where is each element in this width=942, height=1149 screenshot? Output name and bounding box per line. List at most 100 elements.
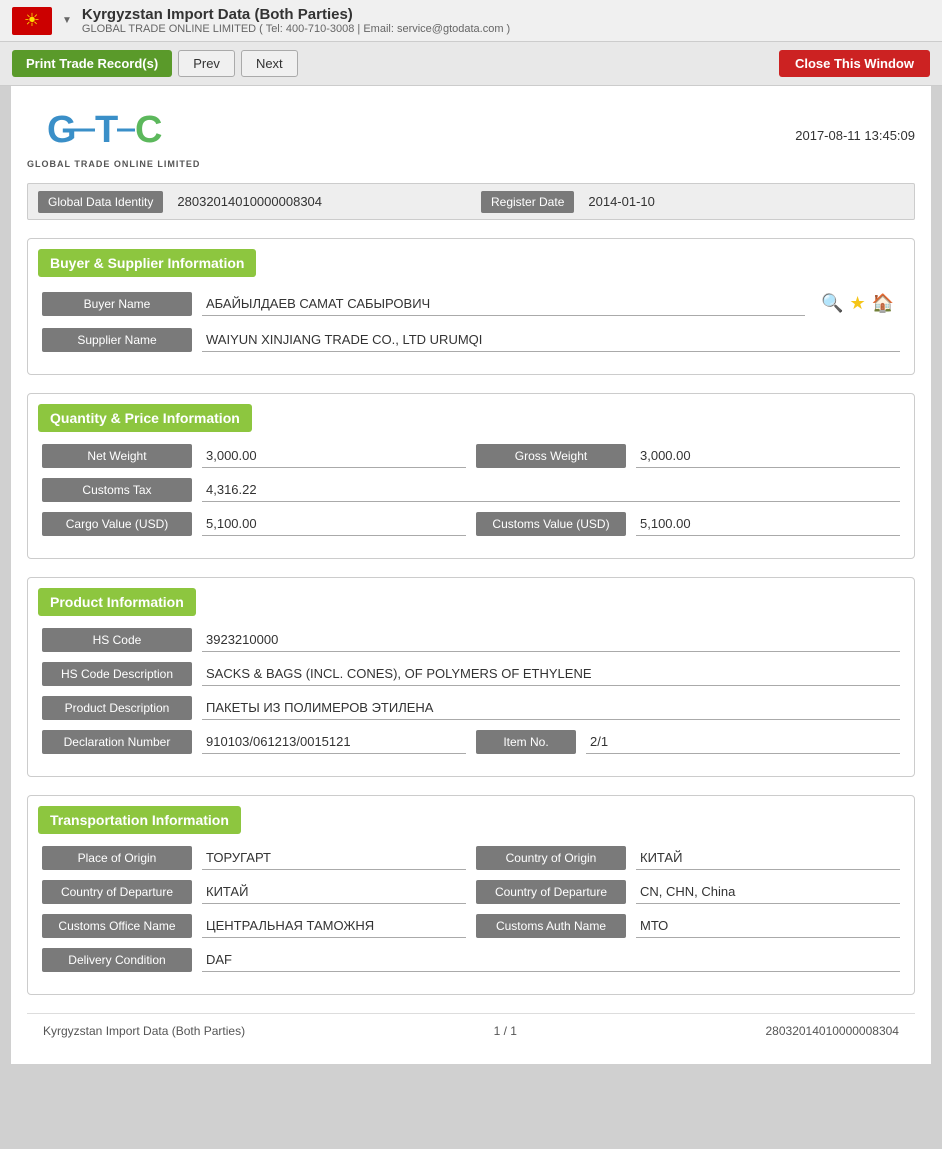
customs-value-value: 5,100.00 <box>636 512 900 536</box>
customs-auth-label: Customs Auth Name <box>476 914 626 938</box>
declaration-number-label: Declaration Number <box>42 730 192 754</box>
cargo-value-label: Cargo Value (USD) <box>42 512 192 536</box>
delivery-condition-value: DAF <box>202 948 900 972</box>
hs-code-label: HS Code <box>42 628 192 652</box>
flag-icon: ☀ <box>12 7 52 35</box>
footer-right: 28032014010000008304 <box>766 1024 899 1038</box>
supplier-name-value: WAIYUN XINJIANG TRADE CO., LTD URUMQI <box>202 328 900 352</box>
prev-button[interactable]: Prev <box>178 50 235 77</box>
quantity-price-body: Net Weight 3,000.00 Gross Weight 3,000.0… <box>28 436 914 558</box>
item-no-half: Item No. 2/1 <box>476 730 900 754</box>
flag-dropdown[interactable]: ▼ <box>62 15 72 26</box>
star-icon[interactable]: ★ <box>849 293 865 314</box>
customs-auth-value: МТО <box>636 914 900 938</box>
register-date-value: 2014-01-10 <box>574 190 904 213</box>
footer-left: Kyrgyzstan Import Data (Both Parties) <box>43 1024 245 1038</box>
print-button[interactable]: Print Trade Record(s) <box>12 50 172 77</box>
customs-row: Customs Office Name ЦЕНТРАЛЬНАЯ ТАМОЖНЯ … <box>42 914 900 938</box>
logo-area: G T C GLOBAL TRADE ONLINE LIMITED <box>27 102 200 169</box>
weight-row: Net Weight 3,000.00 Gross Weight 3,000.0… <box>42 444 900 468</box>
transportation-title: Transportation Information <box>38 806 241 834</box>
footer-center: 1 / 1 <box>494 1024 517 1038</box>
logo-svg: G T C <box>27 102 187 157</box>
hs-code-desc-row: HS Code Description SACKS & BAGS (INCL. … <box>42 662 900 686</box>
close-button[interactable]: Close This Window <box>779 50 930 77</box>
register-date-label: Register Date <box>481 191 574 213</box>
country-origin-half: Country of Origin КИТАЙ <box>476 846 900 870</box>
cargo-value-half: Cargo Value (USD) 5,100.00 <box>42 512 466 536</box>
app-title-area: Kyrgyzstan Import Data (Both Parties) GL… <box>82 6 930 35</box>
customs-auth-half: Customs Auth Name МТО <box>476 914 900 938</box>
main-content: G T C GLOBAL TRADE ONLINE LIMITED 2017-0… <box>11 86 931 1064</box>
supplier-name-label: Supplier Name <box>42 328 192 352</box>
quantity-price-title: Quantity & Price Information <box>38 404 252 432</box>
logo-text: GLOBAL TRADE ONLINE LIMITED <box>27 159 200 169</box>
declaration-item-row: Declaration Number 910103/061213/0015121… <box>42 730 900 754</box>
identity-bar: Global Data Identity 2803201401000000830… <box>27 183 915 220</box>
country-of-departure-value: КИТАЙ <box>202 880 466 904</box>
product-body: HS Code 3923210000 HS Code Description S… <box>28 620 914 776</box>
home-icon[interactable]: 🏠 <box>872 293 894 314</box>
country-of-departure2-value: CN, CHN, China <box>636 880 900 904</box>
toolbar: Print Trade Record(s) Prev Next Close Th… <box>0 42 942 86</box>
buyer-supplier-body: Buyer Name АБАЙЫЛДАЕВ САМАТ САБЫРОВИЧ 🔍 … <box>28 281 914 374</box>
place-of-origin-value: ТОРУГАРТ <box>202 846 466 870</box>
quantity-price-section: Quantity & Price Information Net Weight … <box>27 393 915 559</box>
buyer-supplier-section: Buyer & Supplier Information Buyer Name … <box>27 238 915 375</box>
buyer-supplier-title: Buyer & Supplier Information <box>38 249 256 277</box>
gross-weight-label: Gross Weight <box>476 444 626 468</box>
country-of-departure-label: Country of Departure <box>42 880 192 904</box>
next-button[interactable]: Next <box>241 50 298 77</box>
gross-weight-half: Gross Weight 3,000.00 <box>476 444 900 468</box>
global-data-identity-value: 28032014010000008304 <box>163 190 461 213</box>
svg-text:C: C <box>135 109 162 151</box>
customs-office-half: Customs Office Name ЦЕНТРАЛЬНАЯ ТАМОЖНЯ <box>42 914 466 938</box>
product-desc-label: Product Description <box>42 696 192 720</box>
customs-office-label: Customs Office Name <box>42 914 192 938</box>
country-of-origin-label: Country of Origin <box>476 846 626 870</box>
supplier-name-row: Supplier Name WAIYUN XINJIANG TRADE CO.,… <box>42 328 900 352</box>
country-departure-half1: Country of Departure КИТАЙ <box>42 880 466 904</box>
country-departure-half2: Country of Departure CN, CHN, China <box>476 880 900 904</box>
hs-code-desc-value: SACKS & BAGS (INCL. CONES), OF POLYMERS … <box>202 662 900 686</box>
subtitle: GLOBAL TRADE ONLINE LIMITED ( Tel: 400-7… <box>82 23 930 35</box>
transportation-section: Transportation Information Place of Orig… <box>27 795 915 995</box>
search-icon[interactable]: 🔍 <box>821 293 843 314</box>
delivery-condition-label: Delivery Condition <box>42 948 192 972</box>
country-of-origin-value: КИТАЙ <box>636 846 900 870</box>
place-of-origin-label: Place of Origin <box>42 846 192 870</box>
hs-code-desc-label: HS Code Description <box>42 662 192 686</box>
customs-tax-value: 4,316.22 <box>202 478 900 502</box>
customs-office-value: ЦЕНТРАЛЬНАЯ ТАМОЖНЯ <box>202 914 466 938</box>
net-weight-value: 3,000.00 <box>202 444 466 468</box>
product-section: Product Information HS Code 3923210000 H… <box>27 577 915 777</box>
buyer-actions: 🔍 ★ 🏠 <box>815 289 900 318</box>
place-country-origin-row: Place of Origin ТОРУГАРТ Country of Orig… <box>42 846 900 870</box>
customs-tax-label: Customs Tax <box>42 478 192 502</box>
declaration-number-value: 910103/061213/0015121 <box>202 730 466 754</box>
customs-value-label: Customs Value (USD) <box>476 512 626 536</box>
global-data-identity-cell: Global Data Identity 2803201401000000830… <box>28 184 471 219</box>
buyer-name-row: Buyer Name АБАЙЫЛДАЕВ САМАТ САБЫРОВИЧ 🔍 … <box>42 289 900 318</box>
top-bar: ☀ ▼ Kyrgyzstan Import Data (Both Parties… <box>0 0 942 42</box>
net-weight-half: Net Weight 3,000.00 <box>42 444 466 468</box>
footer-bar: Kyrgyzstan Import Data (Both Parties) 1 … <box>27 1013 915 1048</box>
main-title: Kyrgyzstan Import Data (Both Parties) <box>82 6 930 23</box>
hs-code-value: 3923210000 <box>202 628 900 652</box>
net-weight-label: Net Weight <box>42 444 192 468</box>
cargo-customs-value-row: Cargo Value (USD) 5,100.00 Customs Value… <box>42 512 900 536</box>
hs-code-row: HS Code 3923210000 <box>42 628 900 652</box>
timestamp: 2017-08-11 13:45:09 <box>795 128 915 143</box>
country-of-departure2-label: Country of Departure <box>476 880 626 904</box>
place-origin-half: Place of Origin ТОРУГАРТ <box>42 846 466 870</box>
header-logo-row: G T C GLOBAL TRADE ONLINE LIMITED 2017-0… <box>27 102 915 169</box>
svg-text:T: T <box>95 109 118 151</box>
global-data-identity-label: Global Data Identity <box>38 191 163 213</box>
product-desc-row: Product Description ПАКЕТЫ ИЗ ПОЛИМЕРОВ … <box>42 696 900 720</box>
customs-value-half: Customs Value (USD) 5,100.00 <box>476 512 900 536</box>
register-date-cell: Register Date 2014-01-10 <box>471 184 914 219</box>
item-no-label: Item No. <box>476 730 576 754</box>
declaration-half: Declaration Number 910103/061213/0015121 <box>42 730 466 754</box>
delivery-condition-row: Delivery Condition DAF <box>42 948 900 972</box>
buyer-name-value: АБАЙЫЛДАЕВ САМАТ САБЫРОВИЧ <box>202 292 805 316</box>
